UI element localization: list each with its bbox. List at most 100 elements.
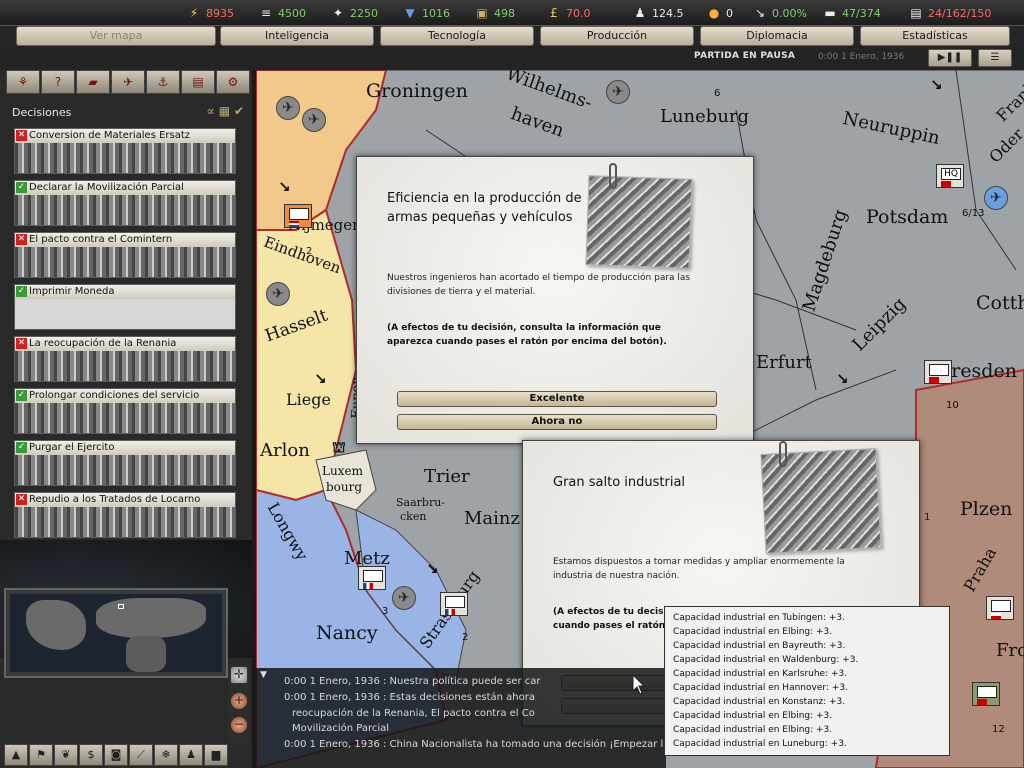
army-unit[interactable] [924, 360, 952, 384]
industry-mode-button[interactable]: ▆ [204, 744, 228, 766]
army-unit[interactable] [284, 204, 312, 228]
minus-icon: − [233, 717, 245, 731]
snow-icon: ❄ [161, 748, 171, 761]
play-pause-button[interactable]: ▶❚❚ [928, 49, 972, 67]
view-mode-strip: ⚘ ? ▰ ✈ ⚓ ▤ ⚙ [6, 70, 250, 94]
minimap[interactable] [4, 588, 228, 678]
diplomacy-mode-button[interactable]: ♟ [179, 744, 203, 766]
terrain-mode-button[interactable]: ▲ [4, 744, 28, 766]
menu-button[interactable]: ☰ [978, 49, 1012, 67]
politics-view-button[interactable]: ⚘ [6, 70, 40, 94]
zoom-fit-button[interactable]: ✛ [230, 666, 248, 684]
decision-image [15, 247, 235, 277]
tooltip-line: Capacidad industrial en Waldenburg: +3. [673, 655, 859, 665]
mountain-icon: ▲ [11, 748, 21, 761]
resource-supplies[interactable]: ▣ 498 [474, 4, 515, 22]
france-flag [363, 583, 373, 589]
navy-view-button[interactable]: ⚓ [146, 70, 180, 94]
infantry-icon [445, 596, 465, 608]
decision-item[interactable]: ✕ Repudio a los Tratados de Locarno [14, 492, 236, 538]
czech-flag [991, 613, 1001, 619]
germany-flag [977, 699, 987, 705]
decision-view-button[interactable]: ? [41, 70, 75, 94]
resource-convoy[interactable]: ▤ 24/162/150 [908, 4, 991, 22]
resource-energy[interactable]: ⚡ 8935 [186, 4, 234, 22]
tab-diplomacia[interactable]: Diplomacia [700, 26, 854, 46]
minimap-viewport[interactable] [118, 604, 124, 609]
decision-item[interactable]: ✕ Conversion de Materiales Ersatz [14, 128, 236, 174]
available-icon: ✓ [16, 442, 27, 453]
army-unit[interactable] [986, 596, 1014, 620]
weather-mode-button[interactable]: ❄ [154, 744, 178, 766]
resource-value: 124.5 [652, 6, 684, 20]
unit-count: 2 [462, 632, 469, 643]
decision-item[interactable]: ✕ La reocupación de la Renania [14, 336, 236, 382]
stats-view-button[interactable]: ▤ [181, 70, 215, 94]
economy-mode-button[interactable]: $ [79, 744, 103, 766]
resource-dissent[interactable]: ↘ 0.00% [752, 4, 807, 22]
army-unit[interactable] [972, 682, 1000, 706]
supply-mode-button[interactable]: ⟋ [129, 744, 153, 766]
resource-oil[interactable]: ▼ 1016 [402, 4, 450, 22]
army-unit[interactable] [440, 592, 468, 616]
resource-transport[interactable]: ▬ 47/374 [822, 4, 880, 22]
play-pause-icon: ▶❚❚ [937, 52, 963, 63]
air-mode-button[interactable]: ❦ [54, 744, 78, 766]
unit-count: 1 [924, 512, 931, 523]
popup-title: Gran salto industrial [553, 475, 686, 490]
plane-icon: ✈ [308, 112, 320, 128]
air-unit[interactable]: ✈ [276, 96, 300, 120]
air-unit[interactable]: ✈ [392, 586, 416, 610]
hq-unit[interactable]: HQ [936, 164, 964, 188]
resource-rare-materials[interactable]: ✦ 2250 [330, 4, 378, 22]
decision-item[interactable]: ✕ El pacto contra el Comintern [14, 232, 236, 278]
decision-item[interactable]: ✓ Prolongar condiciones del servicio [14, 388, 236, 434]
decision-item[interactable]: ✓ Purgar el Ejercito [14, 440, 236, 486]
decline-button[interactable]: Ahora no [397, 414, 717, 430]
decision-image [15, 299, 235, 329]
army-unit[interactable] [358, 566, 386, 590]
air-unit[interactable]: ✈ [302, 108, 326, 132]
tab-tecnologia[interactable]: Tecnología [380, 26, 534, 46]
message-log[interactable]: ▼ 0:00 1 Enero, 1936 : Nuestra política … [256, 668, 694, 768]
city-label: cken [400, 510, 427, 523]
zoom-out-button[interactable]: − [230, 716, 248, 734]
air-unit[interactable]: ✈ [606, 80, 630, 104]
decision-image [15, 455, 235, 485]
resource-mode-button[interactable]: ◙ [104, 744, 128, 766]
zoom-in-button[interactable]: + [230, 692, 248, 710]
decision-label: La reocupación de la Renania [29, 338, 177, 349]
research-view-button[interactable]: ⚙ [216, 70, 250, 94]
energy-icon: ⚡ [189, 6, 199, 20]
air-unit[interactable]: ✈ [984, 186, 1008, 210]
check-icon[interactable]: ✔ [234, 104, 244, 118]
air-view-button[interactable]: ✈ [111, 70, 145, 94]
sort-icon[interactable]: ∝ [206, 104, 215, 118]
air-unit[interactable]: ✈ [266, 282, 290, 306]
decision-label: Purgar el Ejercito [29, 442, 115, 453]
infantry-icon [363, 570, 383, 582]
list-icon[interactable]: ▦ [219, 104, 230, 118]
tab-produccion[interactable]: Producción [540, 26, 694, 46]
decision-image [15, 351, 235, 381]
resource-metal[interactable]: ≡ 4500 [258, 4, 306, 22]
decisions-header: Decisiones ∝ ▦ ✔ [12, 104, 244, 119]
army-view-button[interactable]: ▰ [76, 70, 110, 94]
collapse-log-icon[interactable]: ▼ [260, 670, 267, 680]
accept-button[interactable]: Excelente [397, 391, 717, 407]
decision-image [15, 143, 235, 173]
resource-manpower[interactable]: ♟ 124.5 [632, 4, 684, 22]
decision-item[interactable]: ✓ Declarar la Movilización Parcial [14, 180, 236, 226]
chart-icon: ▤ [192, 75, 204, 89]
decision-label: Repudio a los Tratados de Locarno [29, 494, 201, 505]
unit-count: 12 [992, 724, 1005, 735]
tab-ver-mapa[interactable]: Ver mapa [16, 26, 216, 46]
road-icon: ⟋ [137, 748, 145, 761]
rare-materials-icon: ✦ [332, 6, 344, 20]
resource-money[interactable]: £70.0 [546, 4, 590, 22]
decision-item[interactable]: ✓ Imprimir Moneda [14, 284, 236, 330]
tab-estadisticas[interactable]: Estadísticas [860, 26, 1010, 46]
political-mode-button[interactable]: ⚑ [29, 744, 53, 766]
resource-nuke[interactable]: ● 0 [706, 4, 733, 22]
tab-inteligencia[interactable]: Inteligencia [220, 26, 374, 46]
